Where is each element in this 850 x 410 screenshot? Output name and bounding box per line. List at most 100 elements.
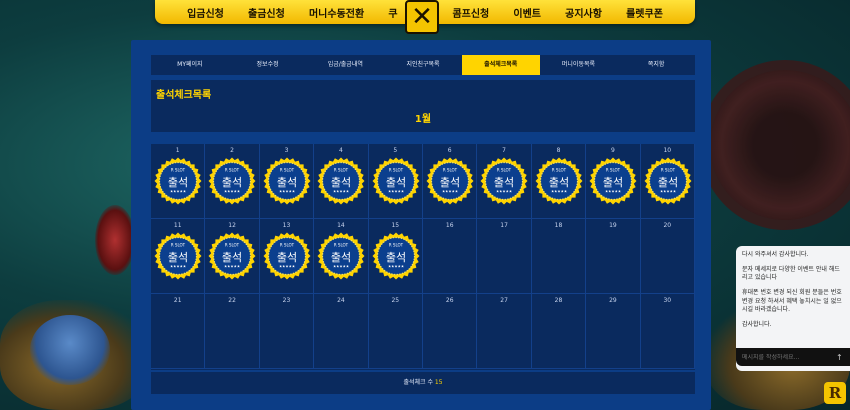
calendar-day: 22 bbox=[205, 294, 260, 369]
calendar-day: 9 R SLOT 출석 ★★★★★ bbox=[586, 144, 641, 219]
calendar-day: 29 bbox=[586, 294, 641, 369]
stamp-brand: R SLOT bbox=[388, 243, 403, 248]
day-number: 2 bbox=[230, 147, 234, 154]
stamp-brand: R SLOT bbox=[443, 168, 458, 173]
calendar-day: 28 bbox=[531, 294, 587, 369]
tab-edit-info[interactable]: 정보수정 bbox=[229, 55, 307, 75]
day-number: 5 bbox=[393, 147, 398, 154]
day-number: 9 bbox=[610, 147, 615, 154]
day-number: 7 bbox=[502, 147, 506, 154]
stamp-stars: ★★★★★ bbox=[605, 190, 621, 194]
stamp-brand: R SLOT bbox=[171, 168, 186, 173]
attendance-stamp-icon: R SLOT 출석 ★★★★★ bbox=[644, 157, 692, 205]
day-number: 21 bbox=[173, 297, 182, 304]
stamp-label: 출석 bbox=[168, 251, 188, 264]
tab-mypage[interactable]: MY페이지 bbox=[151, 55, 229, 75]
day-number: 18 bbox=[554, 222, 563, 229]
send-arrow-icon[interactable]: ↑ bbox=[836, 353, 843, 362]
nav-withdraw[interactable]: 출금신청 bbox=[248, 5, 285, 20]
stamp-brand: R SLOT bbox=[225, 243, 240, 248]
attendance-stamp-icon: R SLOT 출석 ★★★★★ bbox=[263, 232, 311, 280]
nav-comp[interactable]: 콤프신청 bbox=[452, 5, 489, 20]
calendar-day: 24 bbox=[314, 294, 369, 369]
day-number: 6 bbox=[447, 147, 452, 154]
close-icon: ✕ bbox=[411, 2, 433, 32]
stamp-stars: ★★★★★ bbox=[388, 190, 404, 194]
stamp-stars: ★★★★★ bbox=[551, 190, 567, 194]
stamp-brand: R SLOT bbox=[334, 243, 349, 248]
attendance-stamp-icon: R SLOT 출석 ★★★★★ bbox=[208, 157, 256, 205]
day-number: 13 bbox=[282, 222, 291, 229]
close-button[interactable]: ✕ bbox=[405, 0, 439, 34]
day-number: 12 bbox=[228, 222, 236, 229]
attendance-stamp-icon: R SLOT 출석 ★★★★★ bbox=[535, 157, 583, 205]
calendar-day: 20 bbox=[640, 219, 695, 294]
day-number: 20 bbox=[663, 222, 672, 229]
tab-attendance[interactable]: 출석체크목록 bbox=[461, 55, 540, 75]
calendar-day: 1 R SLOT 출석 ★★★★★ bbox=[151, 144, 206, 219]
calendar-day: 10 R SLOT 출석 ★★★★★ bbox=[640, 144, 695, 219]
day-number: 15 bbox=[391, 222, 400, 229]
mypage-panel: MY페이지 정보수정 입금/출금내역 지인친구목록 출석체크목록 머니이동목록 … bbox=[131, 40, 711, 410]
day-number: 8 bbox=[556, 147, 561, 154]
attendance-stamp-icon: R SLOT 출석 ★★★★★ bbox=[589, 157, 637, 205]
day-number: 10 bbox=[663, 147, 672, 154]
stamp-brand: R SLOT bbox=[497, 168, 512, 173]
attendance-calendar: 1R SLOT 출석 ★★★★★ 2 R SLOT 출석 ★★★★★ 3 R SLOT 출석 ★★★… bbox=[151, 144, 695, 370]
calendar-day: 25 bbox=[368, 294, 423, 369]
day-number: 16 bbox=[445, 222, 454, 229]
stamp-stars: ★★★★★ bbox=[279, 265, 295, 269]
mypage-tabs: MY페이지 정보수정 입금/출금내역 지인친구목록 출석체크목록 머니이동목록 … bbox=[151, 55, 695, 75]
creature-decoration bbox=[95, 205, 135, 275]
day-number: 27 bbox=[500, 297, 508, 304]
calendar-day: 3 R SLOT 출석 ★★★★★ bbox=[259, 144, 315, 219]
chat-message: 문자 메세지로 다양한 이벤트 안내 해드리고 있습니다 bbox=[742, 265, 840, 282]
chat-message: 감사합니다. bbox=[742, 321, 772, 329]
attendance-stamp-icon: R SLOT 출석 ★★★★★ bbox=[372, 157, 420, 205]
stamp-label: 출석 bbox=[222, 176, 242, 189]
stamp-stars: ★★★★★ bbox=[279, 190, 295, 194]
calendar-day: 8 R SLOT 출석 ★★★★★ bbox=[531, 144, 587, 219]
calendar-day: 30 bbox=[640, 294, 695, 369]
stamp-label: 출석 bbox=[549, 176, 569, 189]
attendance-stamp-icon: R SLOT 출석 ★★★★★ bbox=[154, 157, 202, 205]
attendance-stamp-icon: R SLOT 출석 ★★★★★ bbox=[480, 157, 528, 205]
day-number: 14 bbox=[337, 222, 345, 229]
calendar-day: 17 bbox=[477, 219, 532, 294]
stamp-brand: R SLOT bbox=[552, 168, 567, 173]
tab-messages[interactable]: 쪽지함 bbox=[617, 55, 695, 75]
nav-event[interactable]: 이벤트 bbox=[513, 5, 541, 20]
chat-input-bar: ↑ bbox=[736, 348, 850, 366]
stamp-label: 출석 bbox=[277, 251, 297, 264]
stamp-label: 출석 bbox=[331, 176, 351, 189]
stamp-brand: R SLOT bbox=[606, 168, 621, 173]
nav-money-transfer[interactable]: 머니수동전환 bbox=[309, 5, 364, 20]
tab-transactions[interactable]: 입금/출금내역 bbox=[306, 55, 384, 75]
attendance-stamp-icon: R SLOT 출석 ★★★★★ bbox=[208, 232, 256, 280]
brand-logo-icon[interactable]: R bbox=[824, 382, 846, 404]
nav-deposit[interactable]: 입금신청 bbox=[187, 5, 224, 20]
attendance-stamp-icon: R SLOT 출석 ★★★★★ bbox=[154, 232, 202, 280]
nav-roulette-coupon[interactable]: 룰렛쿠폰 bbox=[626, 5, 663, 20]
stamp-stars: ★★★★★ bbox=[224, 190, 240, 194]
stamp-label: 출석 bbox=[494, 176, 514, 189]
calendar-day: 11 R SLOT 출석 ★★★★★ bbox=[151, 219, 206, 294]
shark-character-decoration bbox=[30, 315, 110, 385]
stamp-stars: ★★★★★ bbox=[170, 265, 186, 269]
calendar-day: 6 R SLOT 출석 ★★★★★ bbox=[423, 144, 478, 219]
attendance-stamp-icon: R SLOT 출석 ★★★★★ bbox=[263, 157, 311, 205]
stamp-stars: ★★★★★ bbox=[170, 190, 186, 194]
nav-notice[interactable]: 공지사항 bbox=[565, 5, 602, 20]
stamp-label: 출석 bbox=[385, 251, 405, 264]
tab-referrals[interactable]: 지인친구목록 bbox=[384, 55, 462, 75]
stamp-label: 출석 bbox=[440, 176, 460, 189]
day-number: 1 bbox=[175, 147, 180, 154]
month-label: 1월 bbox=[414, 114, 432, 125]
calendar-day: 16 bbox=[423, 219, 478, 294]
stamp-stars: ★★★★★ bbox=[224, 265, 240, 269]
day-number: 3 bbox=[284, 147, 289, 154]
tab-money-moves[interactable]: 머니이동목록 bbox=[540, 55, 618, 75]
stamp-brand: R SLOT bbox=[660, 168, 675, 173]
stamp-brand: R SLOT bbox=[388, 168, 403, 173]
chat-input[interactable] bbox=[742, 353, 832, 361]
